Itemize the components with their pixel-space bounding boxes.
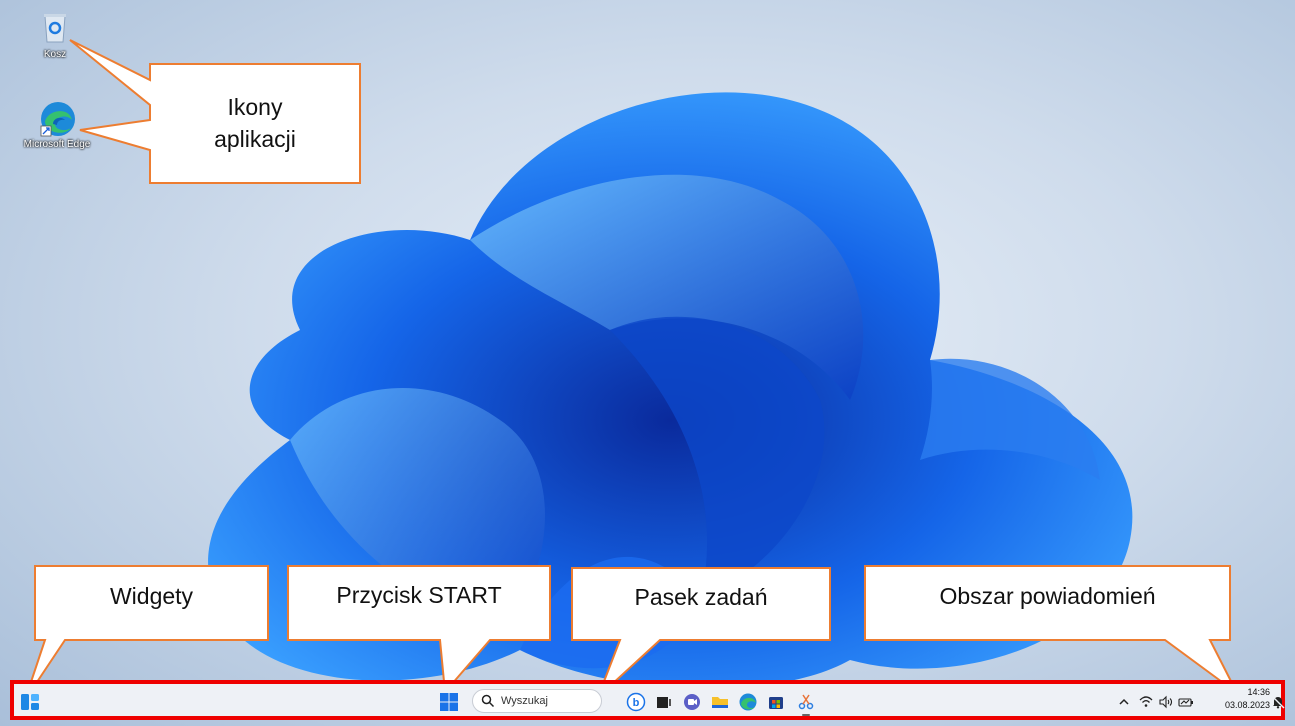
volume-icon[interactable]	[1156, 692, 1176, 712]
bing-chat-icon[interactable]: b	[626, 692, 646, 712]
search-icon	[481, 694, 495, 708]
svg-text:b: b	[633, 697, 640, 709]
callout-notifications: Obszar powiadomień	[0, 0, 1295, 726]
wifi-icon[interactable]	[1136, 692, 1156, 712]
battery-icon[interactable]	[1176, 692, 1196, 712]
snipping-tool-icon[interactable]	[796, 692, 816, 716]
task-view-icon[interactable]	[654, 692, 674, 712]
widgets-icon[interactable]	[20, 692, 40, 712]
search-input[interactable]: Wyszukaj	[472, 689, 602, 713]
teams-chat-icon[interactable]	[682, 692, 702, 712]
clock-time[interactable]: 14:36	[1234, 687, 1270, 697]
callout-notifications-label: Obszar powiadomień	[939, 583, 1156, 610]
start-icon[interactable]	[439, 692, 459, 712]
edge-icon[interactable]	[738, 692, 758, 712]
file-explorer-icon[interactable]	[710, 692, 730, 712]
running-indicator	[802, 714, 810, 716]
search-placeholder: Wyszukaj	[501, 695, 548, 707]
desktop: Kosz Microsoft Edge Ikony aplikacji Widg…	[0, 0, 1295, 726]
chevron-up-icon[interactable]	[1114, 692, 1134, 712]
taskbar: Wyszukaj b 14:36 03.08.2023	[10, 680, 1285, 720]
store-icon[interactable]	[766, 692, 786, 712]
clock-date[interactable]: 03.08.2023	[1210, 700, 1270, 710]
notification-bell-icon[interactable]	[1268, 692, 1288, 712]
